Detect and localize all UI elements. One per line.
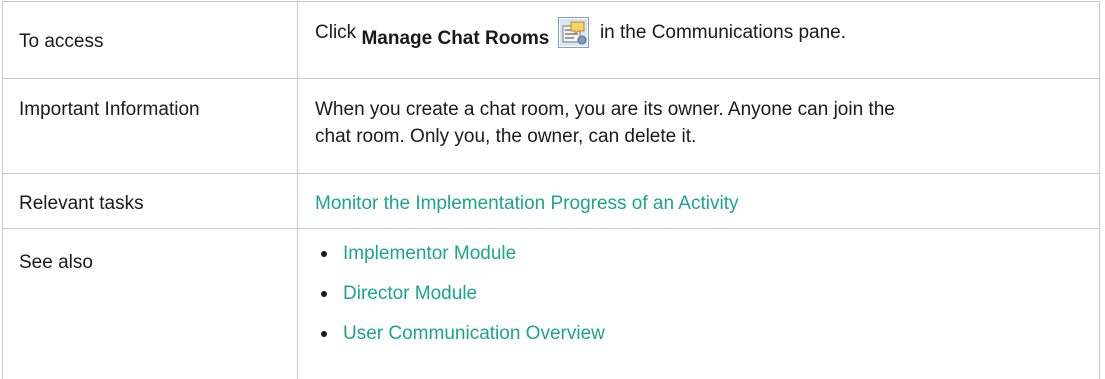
- info-table: To access Click Manage Chat Rooms in the…: [2, 1, 1100, 379]
- row-content: Monitor the Implementation Progress of a…: [297, 173, 1100, 229]
- access-prefix: Click: [315, 22, 357, 43]
- row-label: Important Information: [2, 78, 298, 174]
- row-to-access: To access Click Manage Chat Rooms in the…: [2, 1, 1100, 79]
- row-content: Click Manage Chat Rooms in the Communica…: [297, 1, 1100, 79]
- row-label: See also: [2, 228, 298, 379]
- director-module-link[interactable]: Director Module: [343, 283, 477, 304]
- row-see-also: See also Implementor Module Director Mod…: [2, 228, 1100, 379]
- manage-chat-rooms-icon: [557, 17, 589, 48]
- row-content: Implementor Module Director Module User …: [297, 228, 1100, 379]
- important-text-line-1: When you create a chat room, you are its…: [315, 99, 895, 120]
- row-label: To access: [2, 1, 298, 79]
- bullet-icon: [321, 251, 327, 257]
- bullet-icon: [321, 291, 327, 297]
- row-label: Relevant tasks: [2, 173, 298, 229]
- bullet-icon: [321, 331, 327, 337]
- row-relevant-tasks: Relevant tasks Monitor the Implementatio…: [2, 173, 1100, 229]
- list-item: Director Module: [315, 280, 1089, 320]
- important-text-line-2: chat room. Only you, the owner, can dele…: [315, 126, 697, 147]
- list-item: User Communication Overview: [315, 320, 1089, 360]
- user-communication-overview-link[interactable]: User Communication Overview: [343, 323, 605, 344]
- row-important-information: Important Information When you create a …: [2, 78, 1100, 174]
- see-also-list: Implementor Module Director Module User …: [315, 240, 1089, 360]
- list-item: Implementor Module: [315, 240, 1089, 280]
- row-content: When you create a chat room, you are its…: [297, 78, 1100, 174]
- manage-chat-rooms-label: Manage Chat Rooms: [361, 28, 550, 49]
- access-suffix: in the Communications pane.: [599, 22, 847, 43]
- implementor-module-link[interactable]: Implementor Module: [343, 243, 516, 264]
- monitor-implementation-progress-link[interactable]: Monitor the Implementation Progress of a…: [315, 193, 738, 214]
